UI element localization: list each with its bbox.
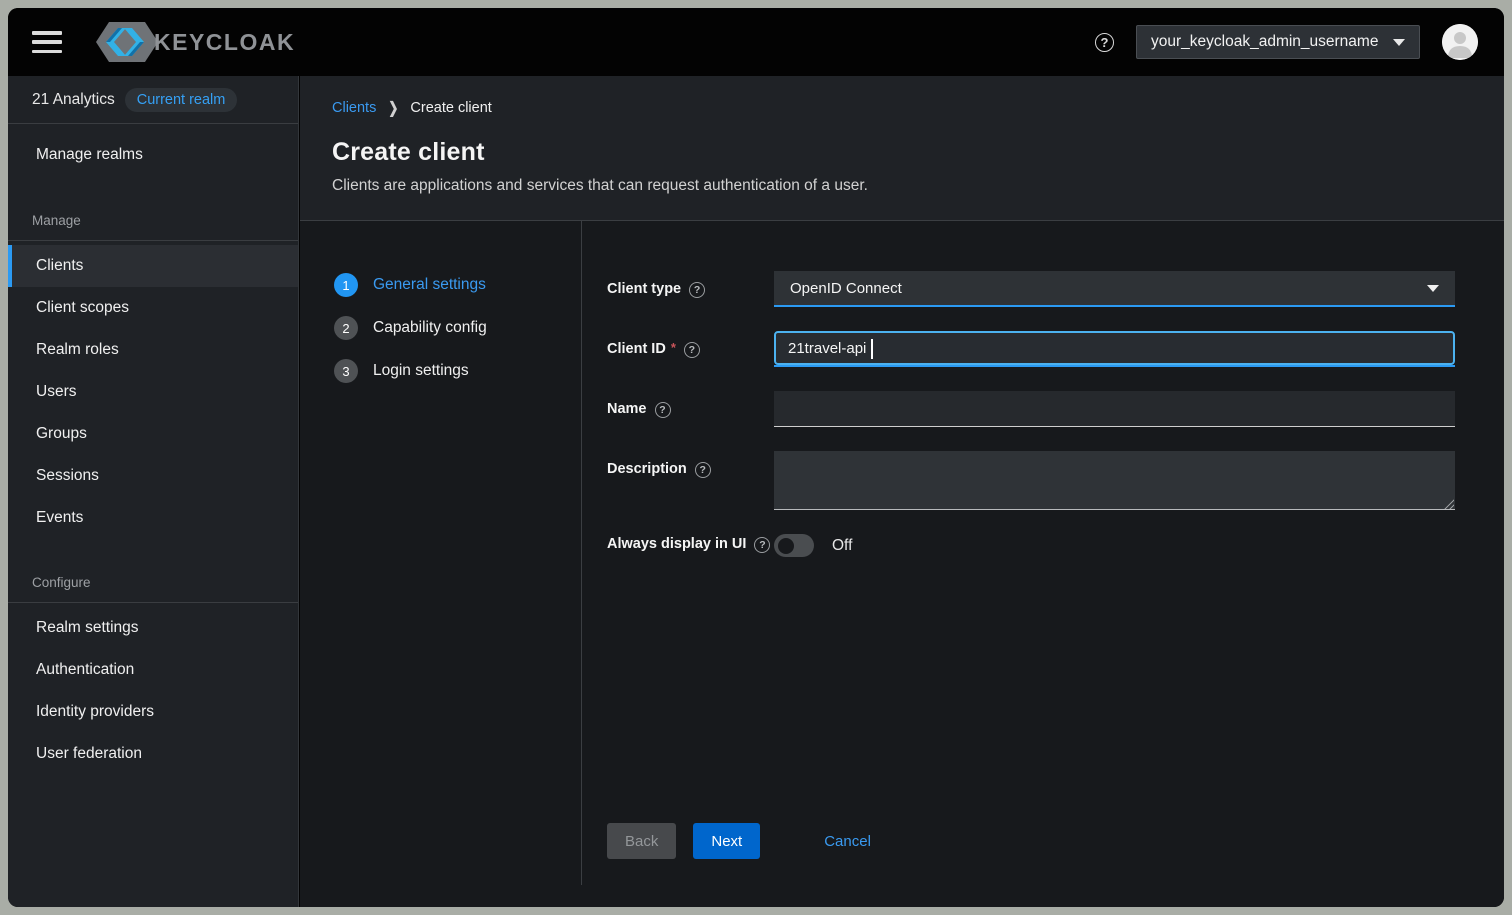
- create-client-form: Client type OpenID Connect Client ID: [581, 221, 1504, 885]
- current-realm-badge: Current realm: [125, 88, 238, 112]
- wizard-step-capability-config[interactable]: 2 Capability config: [334, 316, 581, 340]
- toggle-knob: [778, 538, 794, 554]
- toggle-state-label: Off: [832, 537, 852, 555]
- wizard-steps: 1 General settings 2 Capability config 3…: [300, 221, 581, 906]
- sidebar-item-label: Authentication: [36, 661, 134, 679]
- description-textarea[interactable]: [774, 451, 1455, 510]
- step-number-badge: 1: [334, 273, 358, 297]
- masthead: KEYCLOAK ? your_keycloak_admin_username: [8, 8, 1504, 76]
- hamburger-menu-icon[interactable]: [32, 31, 62, 53]
- caret-down-icon: [1427, 285, 1439, 292]
- client-type-row: Client type OpenID Connect: [607, 271, 1455, 307]
- step-number-badge: 2: [334, 316, 358, 340]
- client-type-label: Client type: [607, 281, 681, 297]
- client-type-select[interactable]: OpenID Connect: [774, 271, 1455, 307]
- sidebar-item-manage-realms[interactable]: Manage realms: [8, 133, 298, 177]
- help-icon[interactable]: [695, 462, 711, 478]
- sidebar-item-users[interactable]: Users: [8, 371, 298, 413]
- client-id-label: Client ID: [607, 341, 676, 357]
- help-icon[interactable]: [655, 402, 671, 418]
- help-icon[interactable]: [754, 537, 770, 553]
- sidebar-item-events[interactable]: Events: [8, 497, 298, 539]
- sidebar-item-label: User federation: [36, 745, 142, 763]
- help-icon[interactable]: [689, 282, 705, 298]
- client-id-input[interactable]: [774, 331, 1455, 365]
- sidebar-item-label: Groups: [36, 425, 87, 443]
- sidebar-item-authentication[interactable]: Authentication: [8, 649, 298, 691]
- name-input[interactable]: [774, 391, 1455, 427]
- sidebar-item-label: Identity providers: [36, 703, 154, 721]
- breadcrumb-separator-icon: ❯: [388, 99, 398, 117]
- description-row: Description: [607, 451, 1455, 510]
- page-header: Clients ❯ Create client Create client Cl…: [300, 76, 1504, 221]
- wizard-step-general-settings[interactable]: 1 General settings: [334, 273, 581, 297]
- description-label: Description: [607, 461, 687, 477]
- keycloak-logo-icon: [94, 16, 160, 68]
- username-label: your_keycloak_admin_username: [1151, 33, 1378, 51]
- sidebar-item-identity-providers[interactable]: Identity providers: [8, 691, 298, 733]
- sidebar-item-realm-roles[interactable]: Realm roles: [8, 329, 298, 371]
- sidebar-item-label: Realm settings: [36, 619, 139, 637]
- sidebar-item-label: Client scopes: [36, 299, 129, 317]
- always-display-row: Always display in UI Off: [607, 534, 1455, 557]
- sidebar-item-label: Events: [36, 509, 83, 527]
- wizard-actions: Back Next Cancel: [607, 823, 1455, 859]
- client-type-selected-value: OpenID Connect: [790, 280, 902, 297]
- user-menu-dropdown[interactable]: your_keycloak_admin_username: [1136, 25, 1420, 59]
- realm-name: 21 Analytics: [32, 91, 115, 109]
- next-button[interactable]: Next: [693, 823, 760, 859]
- name-label: Name: [607, 401, 647, 417]
- client-id-row: Client ID: [607, 331, 1455, 367]
- always-display-toggle[interactable]: [774, 534, 814, 557]
- sidebar-item-label: Users: [36, 383, 76, 401]
- sidebar-item-label: Manage realms: [36, 146, 143, 164]
- sidebar-item-groups[interactable]: Groups: [8, 413, 298, 455]
- help-icon[interactable]: [684, 342, 700, 358]
- brand-name: KEYCLOAK: [154, 29, 295, 56]
- breadcrumb-link-clients[interactable]: Clients: [332, 100, 376, 116]
- sidebar-item-client-scopes[interactable]: Client scopes: [8, 287, 298, 329]
- sidebar-item-user-federation[interactable]: User federation: [8, 733, 298, 775]
- realm-selector[interactable]: 21 Analytics Current realm: [8, 76, 298, 124]
- sidebar-item-realm-settings[interactable]: Realm settings: [8, 607, 298, 649]
- user-avatar-icon: [1442, 24, 1478, 60]
- main-content: Clients ❯ Create client Create client Cl…: [300, 76, 1504, 907]
- name-row: Name: [607, 391, 1455, 427]
- avatar[interactable]: [1442, 24, 1478, 60]
- cancel-button[interactable]: Cancel: [824, 823, 871, 859]
- caret-down-icon: [1393, 39, 1405, 46]
- keycloak-admin-window: KEYCLOAK ? your_keycloak_admin_username …: [8, 8, 1504, 907]
- step-label: Login settings: [373, 362, 469, 380]
- breadcrumb-current: Create client: [410, 100, 491, 116]
- step-label: General settings: [373, 276, 486, 294]
- keycloak-logo: KEYCLOAK: [94, 16, 295, 68]
- step-label: Capability config: [373, 319, 487, 337]
- sidebar-item-label: Clients: [36, 257, 83, 275]
- always-display-label: Always display in UI: [607, 536, 746, 552]
- sidebar-item-label: Realm roles: [36, 341, 119, 359]
- step-number-badge: 3: [334, 359, 358, 383]
- sidebar-group-configure: Configure: [8, 575, 298, 590]
- wizard-step-login-settings[interactable]: 3 Login settings: [334, 359, 581, 383]
- back-button[interactable]: Back: [607, 823, 676, 859]
- sidebar-item-clients[interactable]: Clients: [8, 245, 298, 287]
- breadcrumb: Clients ❯ Create client: [332, 100, 1472, 116]
- text-cursor: [871, 339, 873, 359]
- page-title: Create client: [332, 138, 1472, 167]
- page-subtitle: Clients are applications and services th…: [332, 177, 1472, 195]
- help-icon[interactable]: ?: [1095, 33, 1114, 52]
- sidebar-group-manage: Manage: [8, 213, 298, 228]
- sidebar: 21 Analytics Current realm Manage realms…: [8, 76, 299, 907]
- sidebar-item-label: Sessions: [36, 467, 99, 485]
- sidebar-item-sessions[interactable]: Sessions: [8, 455, 298, 497]
